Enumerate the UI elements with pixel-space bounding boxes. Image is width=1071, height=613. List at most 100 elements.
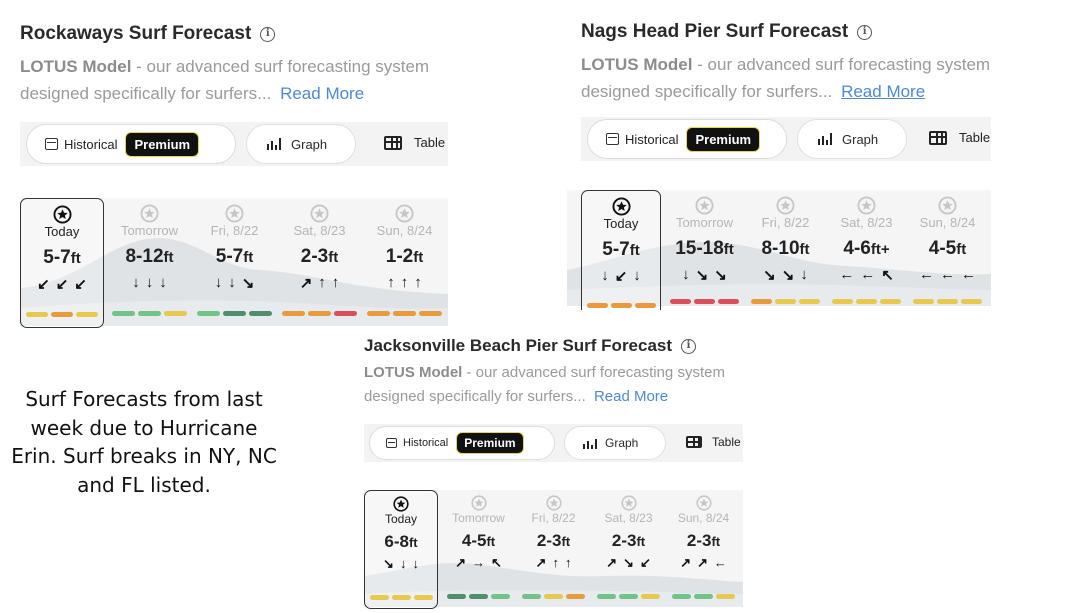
swell-arrow-icon: ↘ [714,267,727,284]
day-column-today[interactable]: Today 5-7ft ↓ ↙ ↓ [581,190,661,310]
day-label: Fri, 8/22 [210,223,259,238]
info-icon[interactable]: i [681,338,697,354]
graph-button[interactable]: Graph [564,426,666,460]
bar-graph-icon [267,138,281,150]
historical-label: Historical [625,131,679,147]
table-button[interactable]: Table [686,435,741,449]
premium-badge[interactable]: Premium [456,432,524,454]
swell-arrow-icon: ↗ [299,275,313,292]
quality-bar [716,594,735,599]
info-icon[interactable]: i [857,24,873,40]
day-column[interactable]: Tomorrow 8-12ft ↓ ↓ ↓ [107,198,192,326]
wave-height-value: 4-6 [843,238,871,259]
wave-height-unit: ft [636,534,646,549]
swell-arrow-icon: ↙ [74,276,87,293]
wave-height-unit: ft [561,534,571,549]
wave-height-unit: ft [70,250,81,267]
swell-direction-arrows: ↗ ↗ ← [666,555,741,571]
quality-bar [164,311,187,316]
swell-arrow-icon: ↘ [695,267,709,284]
quality-bar [419,311,442,316]
surf-quality-bars [192,311,277,316]
swell-arrow-icon: ↙ [37,276,50,293]
wave-height-unit: ft [328,249,339,266]
surf-quality-bars [826,299,907,304]
quality-bar [619,594,638,599]
desc-line2: designed specifically for surfers... [20,84,272,103]
quality-bar [672,594,691,599]
historical-toggle[interactable]: Historical Premium [587,119,787,159]
info-icon[interactable]: i [260,26,276,42]
wave-height-value: 2-3 [686,531,712,550]
wave-height: 2-3ft [666,531,741,551]
swell-arrow-icon: ↙ [55,276,69,293]
read-more-link[interactable]: Read More [594,388,668,405]
day-column-today[interactable]: Today 6-8ft ↘ ↓ ↓ [364,490,438,609]
premium-badge[interactable]: Premium [125,131,200,157]
wave-height-unit: ft [408,535,418,550]
quality-bar [832,299,853,304]
swell-arrow-icon: ↙ [614,268,628,285]
quality-bar [26,312,48,317]
graph-button[interactable]: Graph [246,124,356,164]
quality-bar [369,595,389,600]
star-rating-icon [310,204,329,223]
model-name: LOTUS Model [581,55,693,74]
swell-arrow-icon: ↘ [623,555,634,570]
quality-bar [961,299,982,304]
day-column[interactable]: Sun, 8/24 4-5ft ← ← ← [907,190,988,306]
swell-arrow-icon: ← [839,266,855,283]
quality-bar [799,299,820,304]
wave-height-unit: ft [243,249,254,266]
day-label: Sat, 8/23 [293,223,346,238]
day-label: Today [603,216,639,231]
star-rating-icon [393,496,409,512]
day-column[interactable]: Fri, 8/22 5-7ft ↓ ↓ ↘ [192,198,277,326]
day-column[interactable]: Sun, 8/24 1-2ft ↑ ↑ ↑ [362,198,447,326]
surf-quality-bars [591,594,666,599]
wave-height: 2-3ft [591,531,666,551]
table-button[interactable]: Table [384,135,445,150]
read-more-link[interactable]: Read More [280,84,364,103]
surf-quality-bars [277,311,362,316]
table-grid-icon [384,135,402,150]
wave-height-value: 5-7 [215,246,244,267]
swell-direction-arrows: ↗ ↑ ↑ [516,555,591,571]
quality-bar [522,594,541,599]
day-column[interactable]: Fri, 8/22 2-3ft ↗ ↑ ↑ [516,490,591,607]
swell-arrow-icon: ↓ [214,274,223,291]
quality-bar [610,303,632,308]
view-toolbar: Historical Premium Graph Table [581,117,991,161]
swell-direction-arrows: ↓ ↓ ↓ [107,274,192,291]
day-column[interactable]: Sat, 8/23 2-3ft ↗ ↑ ↑ [277,198,362,326]
day-column-today[interactable]: Today 5-7ft ↙ ↙ ↙ [20,198,104,328]
day-column[interactable]: Sat, 8/23 2-3ft ↗ ↘ ↙ [591,490,666,607]
swell-arrow-icon: ↑ [414,274,422,291]
day-column[interactable]: Fri, 8/22 8-10ft ↘ ↘ ↓ [745,190,826,306]
historical-toggle[interactable]: Historical Premium [369,426,555,460]
day-column[interactable]: Sun, 8/24 2-3ft ↗ ↗ ← [666,490,741,607]
graph-button[interactable]: Graph [797,119,907,159]
day-column[interactable]: Tomorrow 15-18ft ↓ ↘ ↘ [664,190,745,306]
model-description: LOTUS Model - our advanced surf forecast… [364,361,725,409]
quality-bar [469,594,488,599]
desc-line2: designed specifically for surfers... [581,82,833,101]
wave-height-unit: ft [723,241,734,258]
wave-height: 5-7ft [582,239,660,261]
swell-arrow-icon: ↓ [159,274,167,291]
historical-toggle[interactable]: Historical Premium [26,124,236,164]
swell-direction-arrows: ↓ ↙ ↓ [582,267,660,285]
surf-quality-bars [362,311,447,316]
quality-bar [597,594,616,599]
swell-arrow-icon: ↓ [601,267,609,284]
premium-badge[interactable]: Premium [686,126,761,152]
table-button[interactable]: Table [929,130,990,145]
day-column[interactable]: Tomorrow 4-5ft ↗ → ↖ [441,490,516,607]
forecast-days: Today 5-7ft ↓ ↙ ↓ Tomorrow 15-18ft ↓ ↘ ↘ Fri, 8/22… [581,190,991,310]
swell-direction-arrows: ↓ ↓ ↘ [192,274,277,292]
day-column[interactable]: Sat, 8/23 4-6ft+ ← ← ↖ [826,190,907,306]
table-label: Table [712,435,741,449]
read-more-link[interactable]: Read More [841,82,925,101]
table-grid-icon [686,436,702,448]
swell-arrow-icon: ↙ [639,555,651,570]
